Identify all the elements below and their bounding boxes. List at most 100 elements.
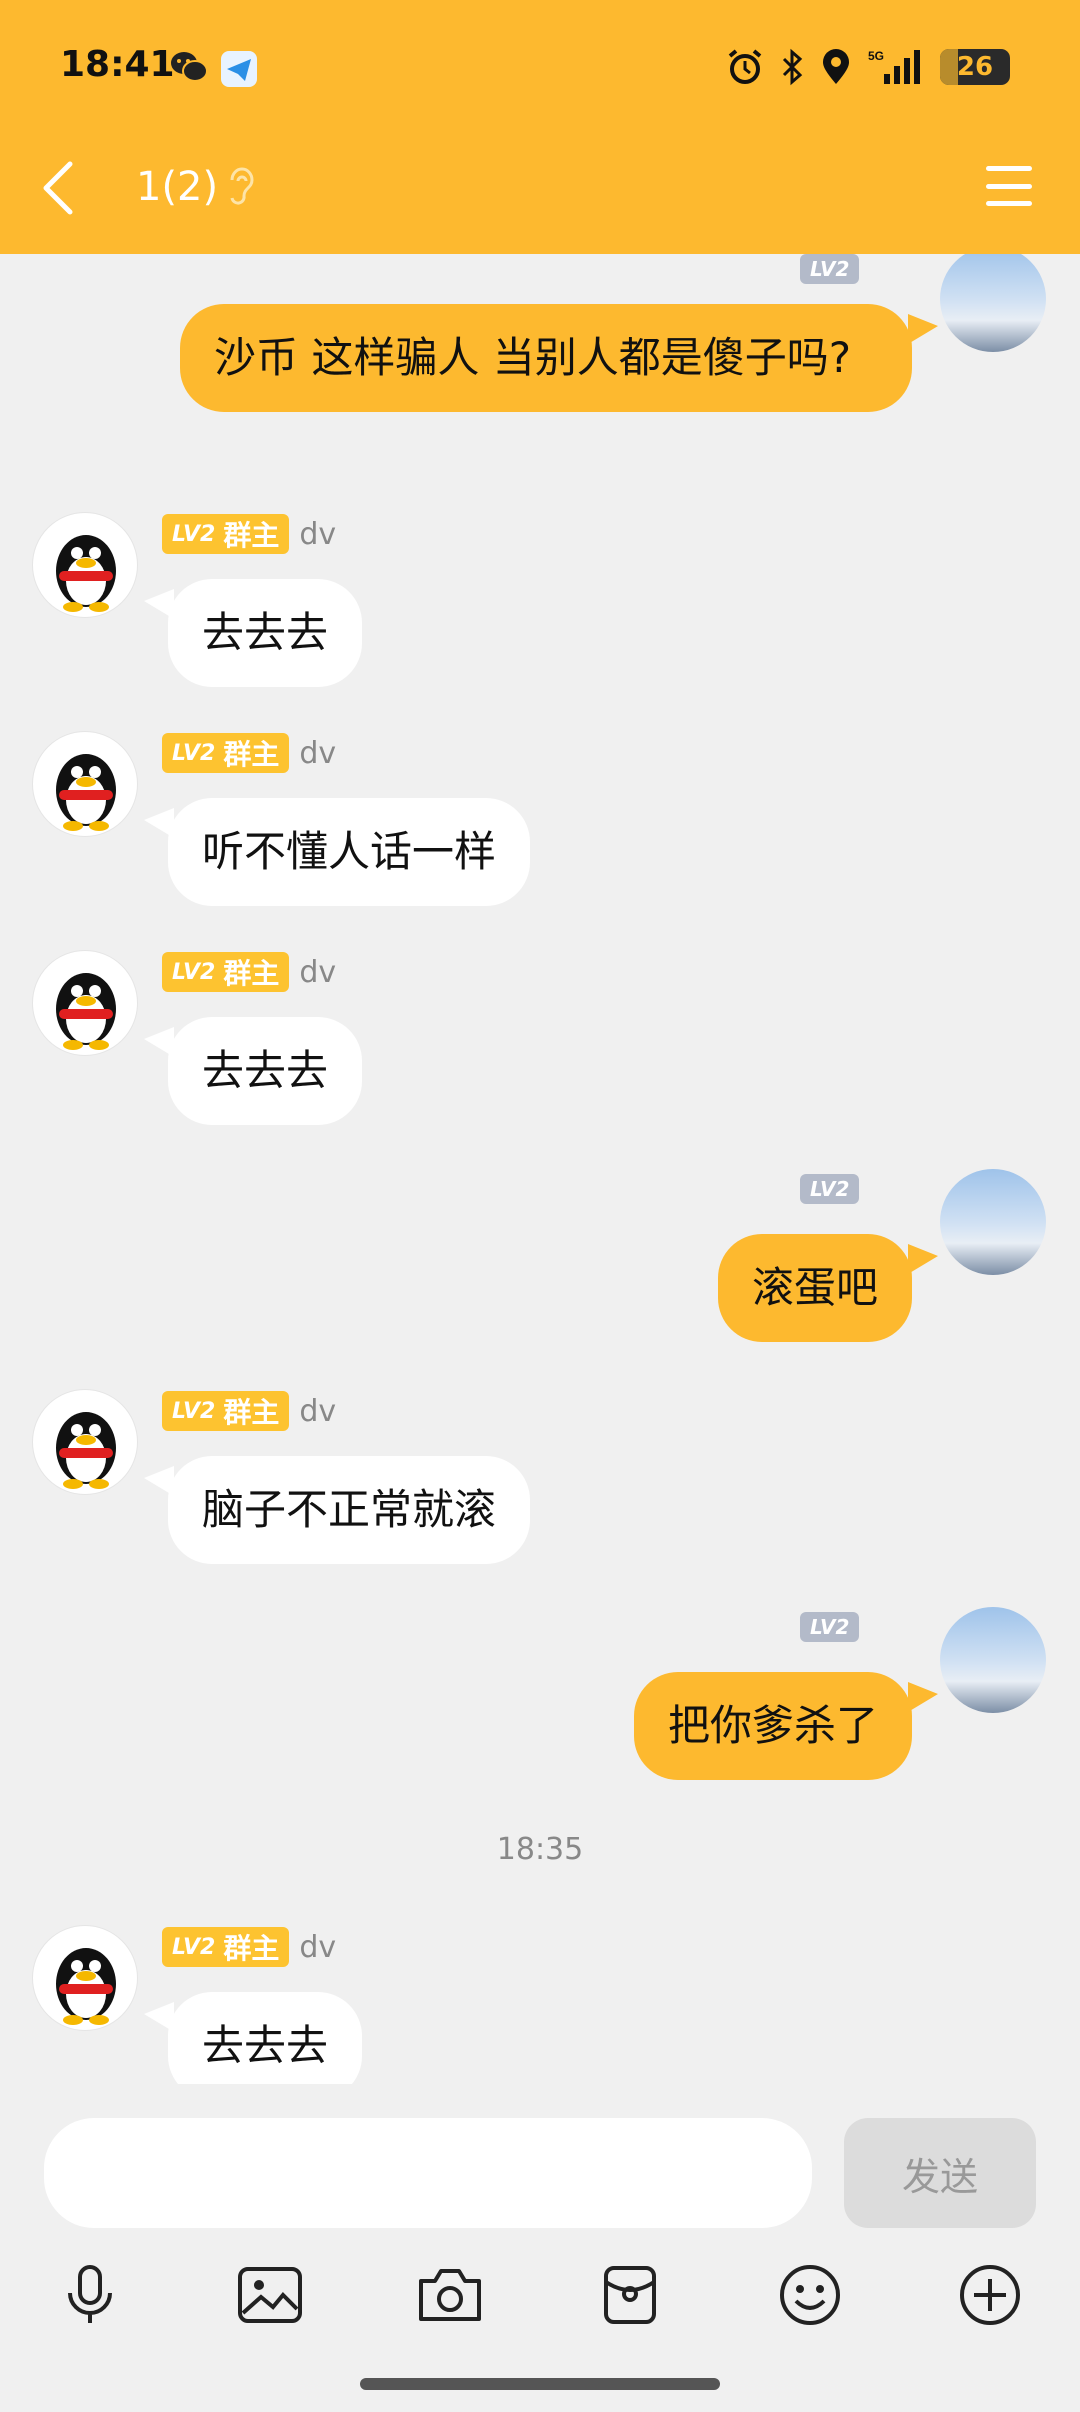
bubble-tail	[144, 589, 174, 619]
sender-badges: LV2	[800, 1174, 860, 1204]
penguin-avatar[interactable]	[32, 731, 138, 837]
battery-indicator: 26	[940, 49, 1010, 85]
message-text: 去去去	[202, 2021, 329, 2070]
send-button[interactable]: 发送	[844, 2118, 1036, 2228]
alarm-icon	[728, 49, 762, 84]
earpiece-mode-icon[interactable]	[226, 166, 256, 210]
message-bubble-incoming[interactable]: 听不懂人话一样	[168, 798, 531, 906]
message-bubble-incoming[interactable]: 去去去	[168, 579, 363, 687]
top-bar: 18:41 5G 26 1(2)	[0, 0, 1080, 254]
sender-nickname[interactable]: dv	[299, 517, 336, 552]
bubble-tail	[908, 1244, 938, 1274]
owner-badge: 群主	[223, 519, 280, 552]
level-label: LV2	[172, 740, 216, 766]
location-icon	[823, 49, 849, 84]
message-bubble-incoming[interactable]: 去去去	[168, 1992, 363, 2084]
signal-5g-icon: 5G	[868, 49, 920, 84]
back-button[interactable]	[38, 160, 78, 216]
penguin-avatar[interactable]	[32, 1925, 138, 2031]
sender-nickname[interactable]: dv	[299, 1394, 336, 1429]
penguin-icon	[56, 535, 116, 612]
level-label: LV2	[172, 1934, 216, 1960]
level-badge: LV2 群主	[162, 1391, 290, 1431]
sender-badges: LV2 群主 dv	[162, 733, 336, 773]
bubble-tail	[144, 2002, 174, 2032]
sender-nickname[interactable]: dv	[299, 1930, 336, 1965]
bubble-tail	[908, 1682, 938, 1712]
level-label: LV2	[172, 959, 216, 985]
level-badge: LV2	[800, 254, 860, 284]
bluetooth-icon	[782, 48, 803, 86]
chat-title[interactable]: 1(2)	[136, 164, 218, 210]
menu-icon-line	[986, 201, 1032, 206]
level-badge: LV2 群主	[162, 514, 290, 554]
status-time: 18:41	[60, 44, 175, 85]
message-bubble-incoming[interactable]: 脑子不正常就滚	[168, 1456, 531, 1564]
message-text: 脑子不正常就滚	[202, 1485, 497, 1534]
owner-badge: 群主	[223, 1396, 280, 1429]
plus-icon[interactable]	[955, 2260, 1025, 2330]
penguin-icon	[56, 973, 116, 1050]
sender-badges: LV2 群主 dv	[162, 1927, 336, 1967]
owner-badge: 群主	[223, 738, 280, 771]
menu-icon-line	[986, 183, 1032, 189]
penguin-avatar[interactable]	[32, 512, 138, 618]
sender-nickname[interactable]: dv	[299, 736, 336, 771]
level-badge: LV2	[800, 1612, 860, 1642]
svg-text:5G: 5G	[868, 49, 884, 63]
message-timestamp: 18:35	[496, 1832, 584, 1867]
sender-badges: LV2	[800, 1612, 860, 1642]
menu-icon-line	[986, 166, 1032, 171]
penguin-icon	[56, 754, 116, 831]
level-label: LV2	[172, 1398, 216, 1424]
penguin-icon	[56, 1948, 116, 2025]
owner-badge: 群主	[223, 957, 280, 990]
level-badge: LV2 群主	[162, 733, 290, 773]
message-text: 听不懂人话一样	[202, 827, 497, 876]
message-text: 沙币 这样骗人 当别人都是傻子吗?	[214, 333, 851, 382]
penguin-avatar[interactable]	[32, 950, 138, 1056]
chevron-left-icon	[43, 161, 73, 215]
red-packet-icon[interactable]	[595, 2260, 665, 2330]
camera-icon[interactable]	[415, 2260, 485, 2330]
sender-badges: LV2 群主 dv	[162, 952, 336, 992]
level-badge: LV2 群主	[162, 1927, 290, 1967]
message-bubble-outgoing[interactable]: 滚蛋吧	[717, 1234, 912, 1342]
self-avatar[interactable]	[940, 1169, 1046, 1275]
bubble-tail	[144, 1027, 174, 1057]
battery-level: 26	[956, 52, 994, 82]
self-avatar[interactable]	[940, 1607, 1046, 1713]
message-text: 去去去	[202, 1046, 329, 1095]
level-badge: LV2 群主	[162, 952, 290, 992]
message-bubble-outgoing[interactable]: 沙币 这样骗人 当别人都是傻子吗?	[180, 304, 912, 412]
status-notification-icons	[170, 50, 258, 88]
wechat-icon	[171, 52, 208, 82]
bubble-tail	[144, 808, 174, 838]
level-badge: LV2	[800, 1174, 860, 1204]
menu-button[interactable]	[986, 166, 1032, 206]
sender-badges: LV2	[800, 254, 860, 284]
message-list[interactable]: LV2 沙币 这样骗人 当别人都是傻子吗? LV2 群主 dv 去去去 LV2 群主…	[0, 254, 1080, 2084]
input-toolbar	[0, 2260, 1080, 2330]
message-text: 去去去	[202, 608, 329, 657]
battery-fill	[940, 49, 959, 85]
sender-nickname[interactable]: dv	[299, 955, 336, 990]
bubble-tail	[908, 314, 938, 344]
self-avatar[interactable]	[940, 254, 1046, 352]
message-text: 滚蛋吧	[751, 1263, 878, 1312]
message-bubble-incoming[interactable]: 去去去	[168, 1017, 363, 1125]
penguin-icon	[56, 1412, 116, 1489]
message-bubble-outgoing[interactable]: 把你爹杀了	[633, 1672, 912, 1780]
image-icon[interactable]	[235, 2260, 305, 2330]
bubble-tail	[144, 1466, 174, 1496]
sender-badges: LV2 群主 dv	[162, 1391, 336, 1431]
penguin-avatar[interactable]	[32, 1389, 138, 1495]
message-text: 把你爹杀了	[667, 1701, 878, 1750]
microphone-icon[interactable]	[55, 2260, 125, 2330]
owner-badge: 群主	[223, 1932, 280, 1965]
level-label: LV2	[172, 521, 216, 547]
message-input[interactable]	[44, 2118, 812, 2228]
emoji-icon[interactable]	[775, 2260, 845, 2330]
home-indicator[interactable]	[360, 2378, 720, 2390]
status-system-icons: 5G 26	[726, 48, 1010, 86]
